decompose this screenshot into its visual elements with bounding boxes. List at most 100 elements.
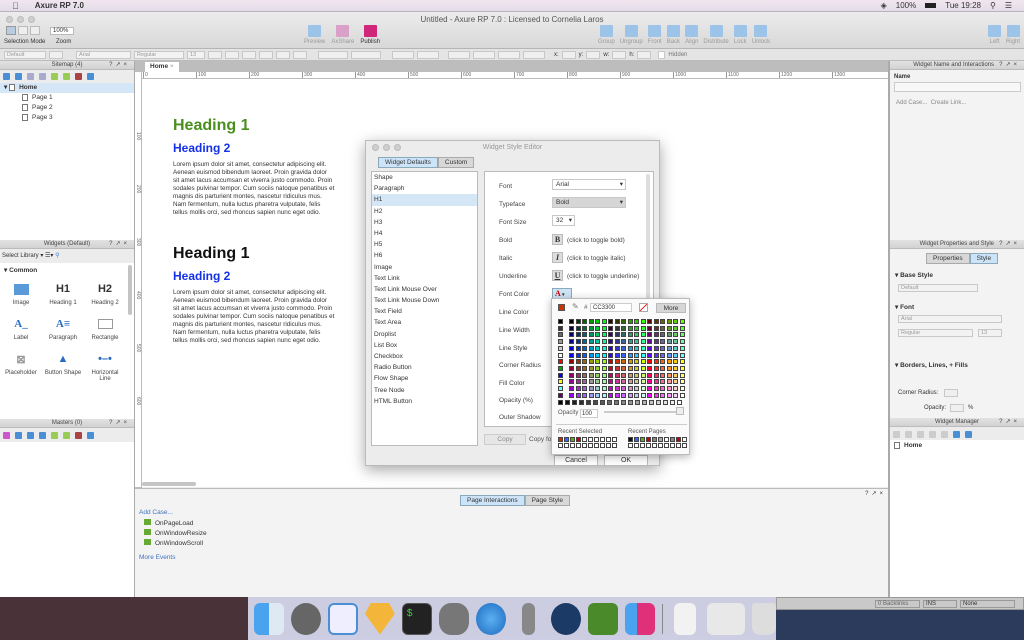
- battery-icon[interactable]: [925, 3, 937, 8]
- typeface-select[interactable]: Bold ▾: [552, 197, 626, 208]
- more-events-link[interactable]: More Events: [139, 554, 176, 561]
- color-swatch[interactable]: [614, 352, 620, 358]
- recent-selected-swatch[interactable]: [606, 437, 611, 442]
- event-onwindowresize[interactable]: OnWindowResize: [144, 529, 207, 539]
- color-swatch[interactable]: [595, 365, 600, 371]
- color-swatch[interactable]: [666, 386, 672, 391]
- color-swatch[interactable]: [653, 359, 659, 365]
- style-item[interactable]: H1: [372, 194, 477, 206]
- color-swatch[interactable]: [666, 339, 672, 345]
- color-swatch[interactable]: [653, 372, 659, 378]
- color-swatch[interactable]: [621, 372, 626, 378]
- style-item[interactable]: H4: [372, 228, 477, 239]
- recent-page-swatch[interactable]: [664, 443, 669, 448]
- color-swatch[interactable]: [601, 379, 607, 385]
- color-swatch[interactable]: [601, 386, 607, 391]
- app-menu[interactable]: Axure RP 7.0: [35, 1, 84, 10]
- recent-page-swatch[interactable]: [634, 443, 639, 448]
- wifi-icon[interactable]: ◈: [881, 1, 887, 10]
- style-item[interactable]: Droplist: [372, 329, 477, 340]
- color-swatch[interactable]: [660, 372, 665, 378]
- gray-swatch[interactable]: [565, 400, 570, 405]
- gray-swatch[interactable]: [642, 400, 647, 405]
- recent-page-swatch[interactable]: [634, 437, 639, 442]
- color-swatch[interactable]: [634, 365, 639, 371]
- recent-page-swatch[interactable]: [652, 443, 657, 448]
- color-swatch[interactable]: [582, 339, 587, 345]
- recent-selected-swatch[interactable]: [600, 437, 605, 442]
- event-onwindowscroll[interactable]: OnWindowScroll: [144, 539, 207, 549]
- style-item[interactable]: Image: [372, 262, 477, 273]
- gray-swatch[interactable]: [607, 400, 612, 405]
- color-swatch[interactable]: [640, 386, 646, 391]
- color-swatch[interactable]: [640, 332, 646, 338]
- corner-radius-input[interactable]: [944, 389, 958, 397]
- color-swatch[interactable]: [634, 352, 639, 358]
- color-swatch[interactable]: [634, 325, 639, 331]
- opacity-input[interactable]: 100: [580, 409, 598, 418]
- color-swatch[interactable]: [634, 386, 639, 391]
- color-swatch[interactable]: [595, 372, 600, 378]
- color-swatch[interactable]: [595, 319, 600, 324]
- recent-selected-swatch[interactable]: [570, 443, 575, 448]
- apple-icon[interactable]: : [12, 1, 19, 11]
- line-width-icon[interactable]: [473, 50, 495, 59]
- color-swatch[interactable]: [653, 339, 659, 345]
- color-swatch[interactable]: [575, 325, 581, 331]
- color-swatch[interactable]: [614, 379, 620, 385]
- color-swatch[interactable]: [634, 372, 639, 378]
- color-swatch[interactable]: [582, 379, 587, 385]
- color-swatch[interactable]: [653, 379, 659, 385]
- font-family-select[interactable]: Arial: [898, 315, 1002, 323]
- style-item[interactable]: List Box: [372, 340, 477, 351]
- font-select[interactable]: Arial ▾: [552, 179, 626, 190]
- color-swatch[interactable]: [595, 325, 600, 331]
- color-swatch[interactable]: [621, 386, 626, 391]
- color-swatch[interactable]: [614, 392, 620, 398]
- color-swatch[interactable]: [666, 379, 672, 385]
- color-swatch[interactable]: [575, 345, 581, 351]
- axure-dock-icon[interactable]: [625, 602, 655, 635]
- color-swatch[interactable]: [627, 332, 633, 338]
- basic-color-swatch[interactable]: [558, 365, 563, 371]
- color-swatch[interactable]: [653, 319, 659, 324]
- lock-button[interactable]: Lock: [733, 25, 747, 45]
- font-size-select[interactable]: 32 ▾: [552, 215, 575, 226]
- font-size-select[interactable]: 13: [187, 50, 205, 59]
- color-swatch[interactable]: [621, 352, 626, 358]
- color-swatch[interactable]: [679, 379, 685, 385]
- color-swatch[interactable]: [601, 352, 607, 358]
- basic-color-swatch[interactable]: [558, 352, 563, 358]
- distribute-button[interactable]: Distribute: [703, 25, 729, 45]
- color-swatch[interactable]: [582, 386, 587, 391]
- link-icon[interactable]: [293, 50, 307, 59]
- color-swatch[interactable]: [647, 345, 652, 351]
- group-button[interactable]: Group: [598, 25, 615, 45]
- gray-swatch[interactable]: [656, 400, 661, 405]
- notification-icon[interactable]: ☰: [1005, 1, 1012, 10]
- color-swatch[interactable]: [614, 365, 620, 371]
- tab-widget-defaults[interactable]: Widget Defaults: [378, 157, 438, 168]
- recent-page-swatch[interactable]: [646, 443, 651, 448]
- color-swatch[interactable]: [679, 339, 685, 345]
- color-swatch[interactable]: [653, 365, 659, 371]
- recent-selected-swatch[interactable]: [570, 437, 575, 442]
- style-item[interactable]: Checkbox: [372, 351, 477, 362]
- color-swatch[interactable]: [666, 372, 672, 378]
- color-swatch[interactable]: [660, 392, 665, 398]
- canvas-heading-2[interactable]: Heading 2: [173, 141, 230, 155]
- color-swatch[interactable]: [640, 392, 646, 398]
- color-swatch[interactable]: [666, 365, 672, 371]
- color-swatch[interactable]: [660, 325, 665, 331]
- color-swatch[interactable]: [575, 386, 581, 391]
- italic-icon[interactable]: [225, 50, 239, 59]
- color-swatch[interactable]: [595, 352, 600, 358]
- back-button[interactable]: Back: [667, 25, 680, 45]
- widget-button-shape[interactable]: ▲ Button Shape: [42, 351, 84, 382]
- color-swatch[interactable]: [582, 372, 587, 378]
- finder-icon[interactable]: [254, 602, 284, 635]
- shadow-icon[interactable]: [417, 50, 439, 59]
- color-swatch[interactable]: [608, 352, 613, 358]
- gray-swatch[interactable]: [572, 400, 577, 405]
- color-swatch[interactable]: [660, 352, 665, 358]
